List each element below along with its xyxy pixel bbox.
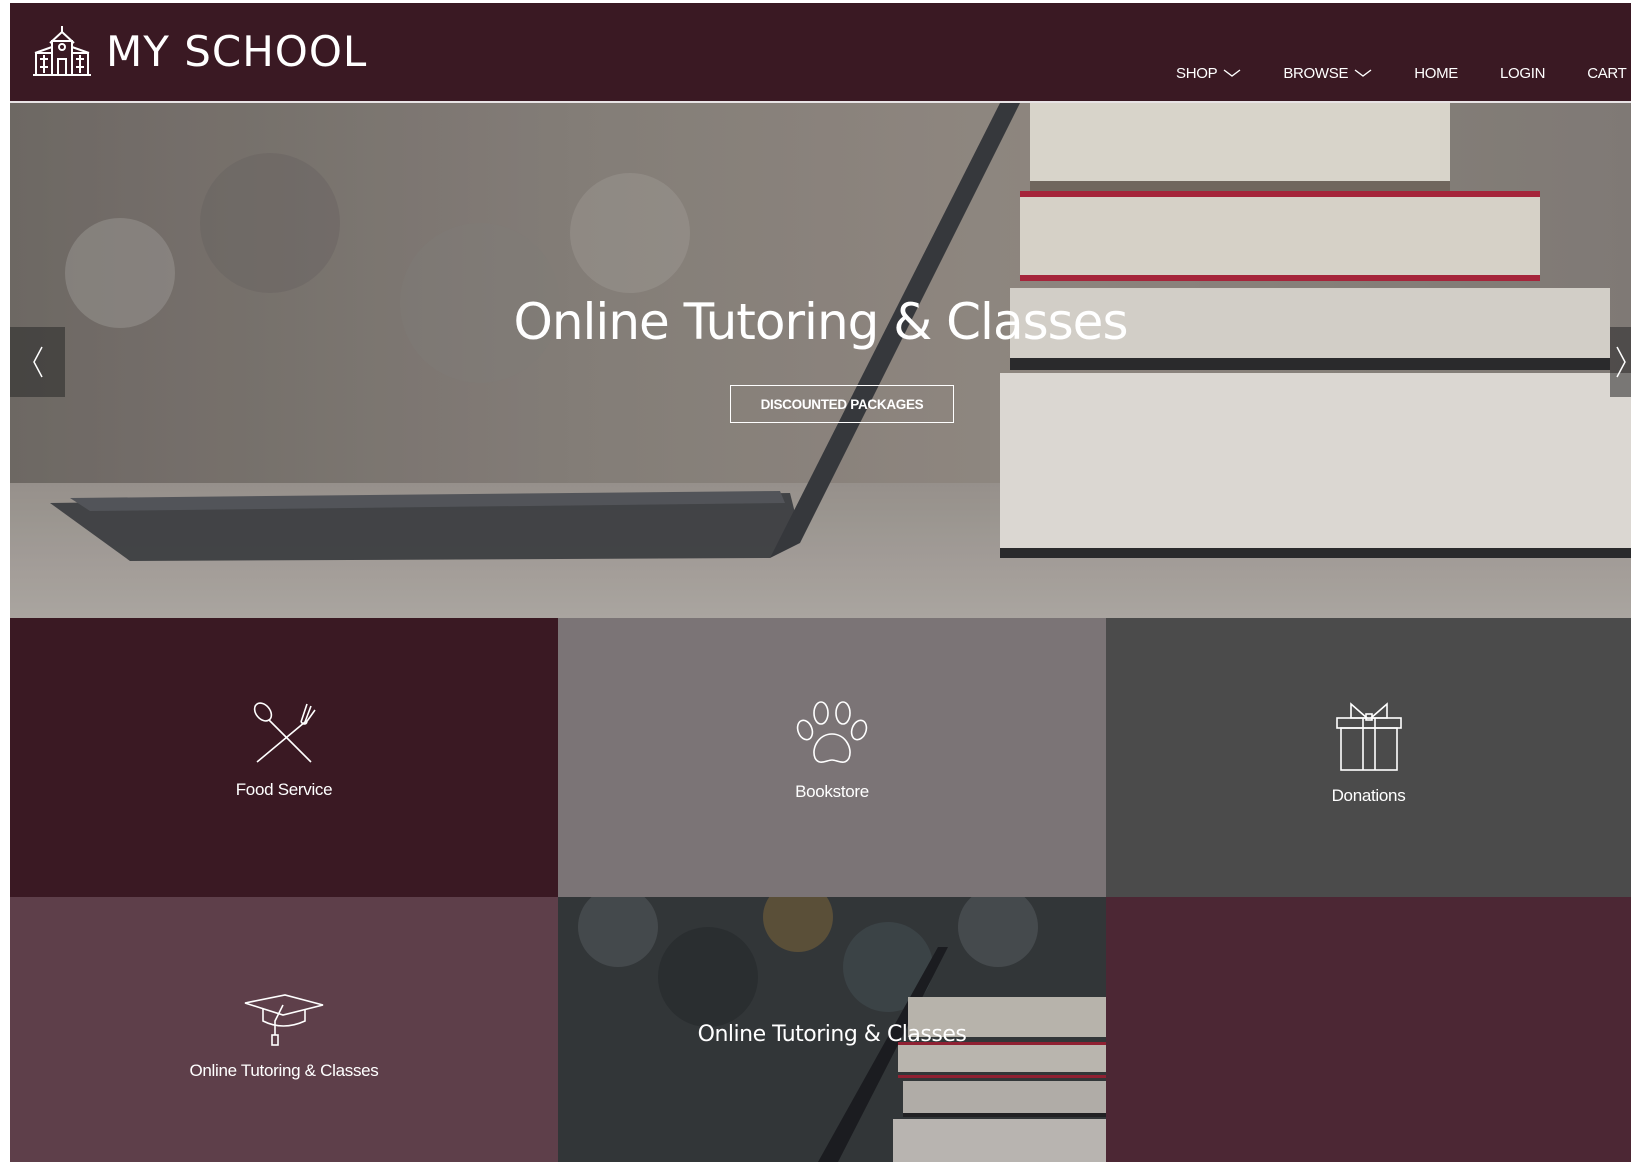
- brand-name: MY SCHOOL: [106, 26, 368, 76]
- hero-title: Online Tutoring & Classes: [513, 293, 1128, 351]
- main-nav: SHOP BROWSE HOME LOGIN CART: [1176, 61, 1627, 85]
- page-frame: MY SCHOOL SHOP BROWSE HOME LOGIN CART On…: [10, 3, 1631, 1162]
- tile-online-tutoring[interactable]: Online Tutoring & Classes: [10, 897, 558, 1162]
- tile-donations-label: Donations: [1331, 786, 1406, 805]
- nav-shop[interactable]: SHOP: [1176, 65, 1241, 82]
- tile-bookstore-label: Bookstore: [795, 782, 869, 801]
- nav-home-label: HOME: [1414, 64, 1458, 82]
- chevron-down-icon: [1223, 69, 1241, 77]
- tile-online-tutoring-promo[interactable]: Online Tutoring & Classes: [558, 897, 1106, 1162]
- graduation-cap-icon: [244, 994, 324, 1046]
- nav-cart[interactable]: CART: [1587, 64, 1627, 82]
- nav-home[interactable]: HOME: [1414, 65, 1458, 82]
- paw-print-icon: [796, 701, 868, 763]
- nav-shop-label: SHOP: [1176, 64, 1218, 82]
- discounted-packages-button[interactable]: DISCOUNTED PACKAGES: [730, 385, 954, 423]
- site-header: MY SCHOOL SHOP BROWSE HOME LOGIN CART: [10, 3, 1631, 101]
- nav-browse-label: BROWSE: [1283, 64, 1349, 82]
- tile-donations[interactable]: Donations: [1106, 618, 1631, 897]
- nav-browse[interactable]: BROWSE: [1283, 65, 1372, 82]
- slider-next-button[interactable]: [1610, 327, 1631, 397]
- chevron-right-icon: [1616, 346, 1626, 378]
- nav-cart-label: CART: [1587, 64, 1627, 82]
- chevron-down-icon: [1354, 69, 1372, 77]
- fork-spoon-icon: [253, 702, 316, 763]
- nav-login-label: LOGIN: [1500, 64, 1546, 82]
- promo-title: Online Tutoring & Classes: [697, 1022, 967, 1047]
- tile-online-tutoring-label: Online Tutoring & Classes: [189, 1061, 379, 1080]
- tile-empty: [1106, 897, 1631, 1162]
- chevron-left-icon: [32, 346, 43, 378]
- hero-slider: Online Tutoring & Classes DISCOUNTED PAC…: [10, 103, 1631, 618]
- tile-food-service-label: Food Service: [235, 780, 333, 799]
- slider-prev-button[interactable]: [10, 327, 65, 397]
- hero-background-image: [10, 103, 1631, 618]
- gift-box-icon: [1335, 702, 1402, 771]
- school-building-icon: [33, 26, 91, 76]
- tile-food-service[interactable]: Food Service: [10, 618, 558, 897]
- nav-login[interactable]: LOGIN: [1500, 65, 1545, 82]
- brand-logo[interactable]: MY SCHOOL: [32, 23, 367, 79]
- tile-bookstore[interactable]: Bookstore: [558, 618, 1106, 897]
